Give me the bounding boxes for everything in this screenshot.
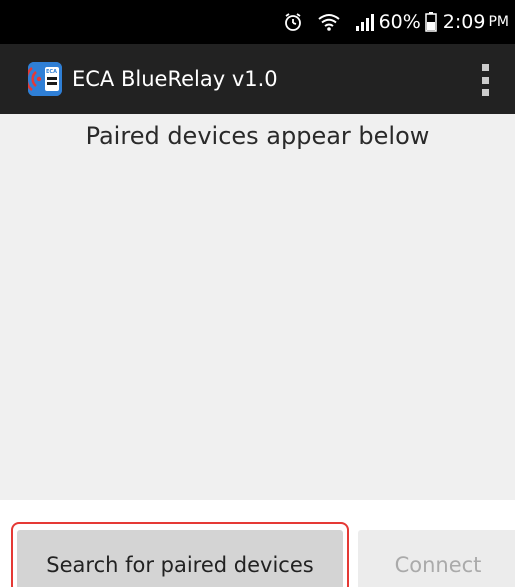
battery-percent: 60% <box>378 11 421 33</box>
action-bar: ECA ECA BlueRelay v1.0 <box>0 44 515 114</box>
clock-ampm: PM <box>488 14 509 30</box>
app-screen: 60% 2:09 PM ECA ECA BlueRelay v1.0 Paire… <box>0 0 515 587</box>
button-bar: Search for paired devices Connect <box>0 500 515 587</box>
page-heading: Paired devices appear below <box>85 122 430 150</box>
wifi-icon <box>317 12 341 32</box>
clock-time: 2:09 <box>442 11 486 33</box>
app-title: ECA BlueRelay v1.0 <box>72 67 278 91</box>
alarm-icon <box>283 12 303 32</box>
overflow-menu-icon[interactable] <box>481 64 489 96</box>
battery-icon <box>425 12 437 32</box>
app-logo-text: ECA <box>46 69 57 75</box>
paired-devices-list[interactable]: Paired devices appear below <box>0 114 515 500</box>
connect-button[interactable]: Connect <box>358 530 515 587</box>
search-paired-devices-button[interactable]: Search for paired devices <box>17 530 343 587</box>
signal-icon: 60% <box>355 11 421 33</box>
app-logo-icon: ECA <box>28 62 62 96</box>
status-bar: 60% 2:09 PM <box>0 0 515 44</box>
